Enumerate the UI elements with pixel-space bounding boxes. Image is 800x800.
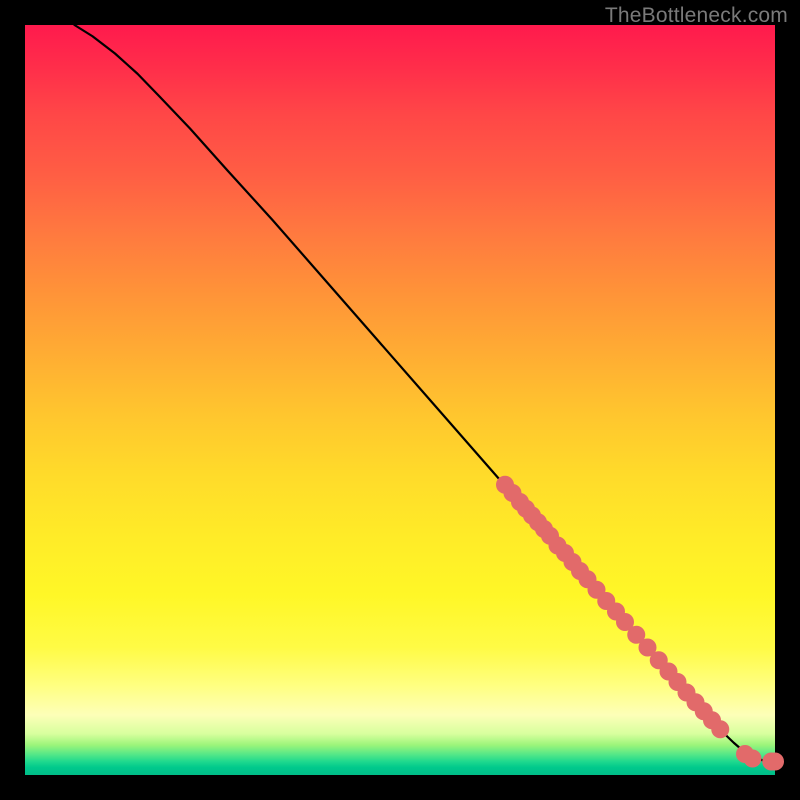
highlighted-markers (496, 476, 784, 771)
marker-dot (711, 720, 729, 738)
marker-dot (744, 750, 762, 768)
marker-dot (766, 753, 784, 771)
curve-line (75, 25, 776, 762)
chart-overlay (25, 25, 775, 775)
outer-frame: TheBottleneck.com (0, 0, 800, 800)
watermark-text: TheBottleneck.com (605, 4, 788, 28)
